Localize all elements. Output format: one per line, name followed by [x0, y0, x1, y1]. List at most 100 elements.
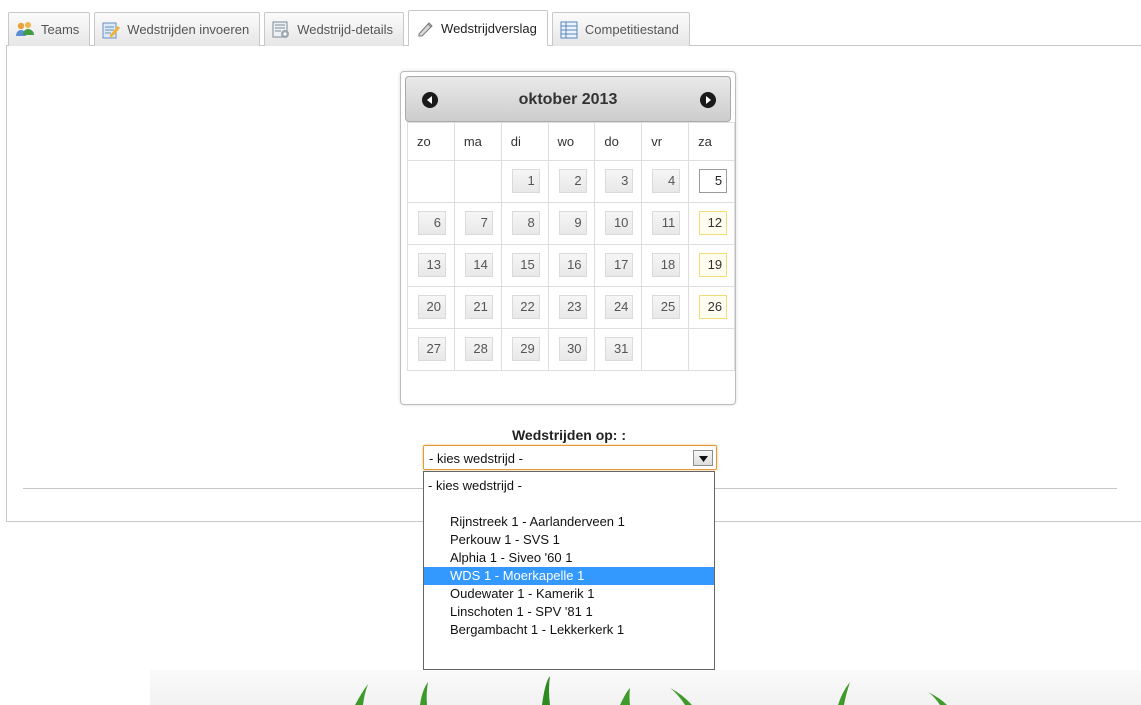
calendar-week-row: 13 14 15 16 17 18 19 — [407, 244, 735, 287]
calendar-day[interactable]: 3 — [605, 169, 634, 193]
calendar-day[interactable]: 12 — [699, 211, 728, 235]
calendar-cell: 23 — [547, 286, 596, 329]
calendar-cell: 16 — [547, 244, 596, 287]
calendar-cell: 15 — [500, 244, 549, 287]
match-option[interactable] — [424, 495, 714, 513]
tab-label: Wedstrijdverslag — [441, 21, 537, 36]
match-select-value: - kies wedstrijd - — [429, 451, 523, 466]
tab-teams[interactable]: Teams — [8, 12, 91, 46]
match-option[interactable]: Alphia 1 - Siveo '60 1 — [424, 549, 714, 567]
edit-matches-icon — [101, 20, 121, 40]
weekday-header: di — [500, 122, 549, 161]
calendar-cell: 3 — [594, 160, 643, 203]
standings-icon — [559, 20, 579, 40]
grass-illustration — [355, 676, 947, 705]
tab-wedstrijden-invoeren[interactable]: Wedstrijden invoeren — [94, 12, 261, 46]
weekday-header: za — [688, 122, 735, 161]
calendar-day[interactable]: 27 — [418, 337, 446, 361]
calendar-week-row: 27 28 29 30 31 — [407, 328, 735, 371]
calendar-cell: 7 — [453, 202, 502, 245]
weekday-header: do — [594, 122, 643, 161]
calendar-cell: 14 — [453, 244, 502, 287]
calendar-day[interactable]: 7 — [464, 211, 493, 235]
calendar-cell: 21 — [453, 286, 502, 329]
calendar-day[interactable]: 4 — [652, 169, 681, 193]
calendar-day[interactable]: 5 — [699, 169, 728, 193]
calendar-day[interactable]: 26 — [699, 295, 728, 319]
calendar-day[interactable]: 28 — [464, 337, 493, 361]
calendar-cell: 27 — [407, 328, 455, 371]
next-month-button[interactable] — [700, 92, 716, 108]
calendar-day[interactable]: 22 — [511, 295, 540, 319]
calendar-week-row: 20 21 22 23 24 25 26 — [407, 286, 735, 329]
match-dropdown-list: - kies wedstrijd - Rijnstreek 1 - Aarland… — [423, 471, 715, 670]
calendar-body: 1 2 3 4 5 6 7 8 9 10 11 12 13 14 15 16 17 18 19 20 21 22 23 24 2… — [407, 160, 735, 371]
weekday-header: wo — [547, 122, 596, 161]
calendar-cell: 19 — [688, 244, 735, 287]
calendar-cell: 10 — [594, 202, 643, 245]
calendar-day[interactable]: 14 — [464, 253, 493, 277]
calendar-cell: 30 — [547, 328, 596, 371]
calendar-day[interactable]: 2 — [558, 169, 587, 193]
tab-wedstrijd-details[interactable]: Wedstrijd-details — [264, 12, 405, 46]
tab-bar: Teams Wedstrijden invoeren Wedstrijd-det… — [8, 10, 690, 46]
calendar-day[interactable]: 18 — [652, 253, 681, 277]
calendar-week-row: 6 7 8 9 10 11 12 — [407, 202, 735, 245]
calendar-day[interactable]: 24 — [605, 295, 634, 319]
datepicker-header: oktober 2013 — [405, 76, 731, 122]
weekday-header: zo — [407, 122, 455, 161]
calendar-day[interactable]: 20 — [418, 295, 446, 319]
tab-competitiestand[interactable]: Competitiestand — [551, 12, 690, 46]
calendar-cell: 24 — [594, 286, 643, 329]
chevron-right-icon — [706, 96, 711, 104]
calendar-day[interactable]: 6 — [418, 211, 446, 235]
calendar-cell: 2 — [547, 160, 596, 203]
calendar-day[interactable]: 10 — [605, 211, 634, 235]
calendar-day[interactable]: 21 — [464, 295, 493, 319]
calendar-day[interactable]: 11 — [652, 211, 681, 235]
calendar-day[interactable]: 16 — [558, 253, 587, 277]
calendar-day[interactable]: 23 — [558, 295, 587, 319]
match-option[interactable]: Oudewater 1 - Kamerik 1 — [424, 585, 714, 603]
match-option[interactable]: Bergambacht 1 - Lekkerkerk 1 — [424, 621, 714, 639]
report-icon — [415, 19, 435, 39]
calendar-cell: 6 — [407, 202, 455, 245]
calendar-day[interactable]: 19 — [699, 253, 728, 277]
month-title: oktober 2013 — [518, 91, 618, 108]
weekday-header: ma — [453, 122, 502, 161]
match-option[interactable]: Perkouw 1 - SVS 1 — [424, 531, 714, 549]
matches-label: Wedstrijden op: : — [511, 427, 627, 443]
details-icon — [271, 20, 291, 40]
calendar-day[interactable]: 13 — [418, 253, 446, 277]
match-option[interactable]: WDS 1 - Moerkapelle 1 — [424, 567, 714, 585]
calendar-cell: 28 — [453, 328, 502, 371]
calendar-cell — [688, 328, 735, 371]
datepicker: oktober 2013 zo ma di wo do vr za 123456… — [400, 71, 736, 405]
calendar-grid: zo ma di wo do vr za 1 2 3 4 5 6 7 8 9 10 11 12 13 14… — [407, 122, 735, 371]
match-option[interactable]: Rijnstreek 1 - Aarlanderveen 1 — [424, 513, 714, 531]
calendar-day[interactable]: 8 — [511, 211, 540, 235]
tab-wedstrijdverslag[interactable]: Wedstrijdverslag — [408, 10, 548, 46]
calendar-cell: 20 — [407, 286, 455, 329]
calendar-day[interactable]: 1 — [511, 169, 540, 193]
calendar-cell: 25 — [641, 286, 690, 329]
calendar-day[interactable]: 29 — [511, 337, 540, 361]
calendar-cell: 4 — [641, 160, 690, 203]
calendar-day[interactable]: 15 — [511, 253, 540, 277]
dropdown-button[interactable] — [693, 450, 713, 466]
calendar-cell: 29 — [500, 328, 549, 371]
match-option[interactable]: Linschoten 1 - SPV '81 1 — [424, 603, 714, 621]
calendar-cell: 22 — [500, 286, 549, 329]
tab-label: Competitiestand — [584, 22, 679, 37]
calendar-day[interactable]: 17 — [605, 253, 634, 277]
calendar-day[interactable]: 30 — [558, 337, 587, 361]
tab-label: Wedstrijd-details — [297, 22, 394, 37]
grass-decoration — [150, 670, 1141, 705]
match-select[interactable]: - kies wedstrijd - — [423, 445, 717, 470]
calendar-day[interactable]: 31 — [605, 337, 634, 361]
tab-label: Wedstrijden invoeren — [127, 22, 250, 37]
calendar-day[interactable]: 25 — [652, 295, 681, 319]
calendar-cell — [453, 160, 502, 203]
calendar-day[interactable]: 9 — [558, 211, 587, 235]
match-option[interactable]: - kies wedstrijd - — [424, 477, 714, 495]
